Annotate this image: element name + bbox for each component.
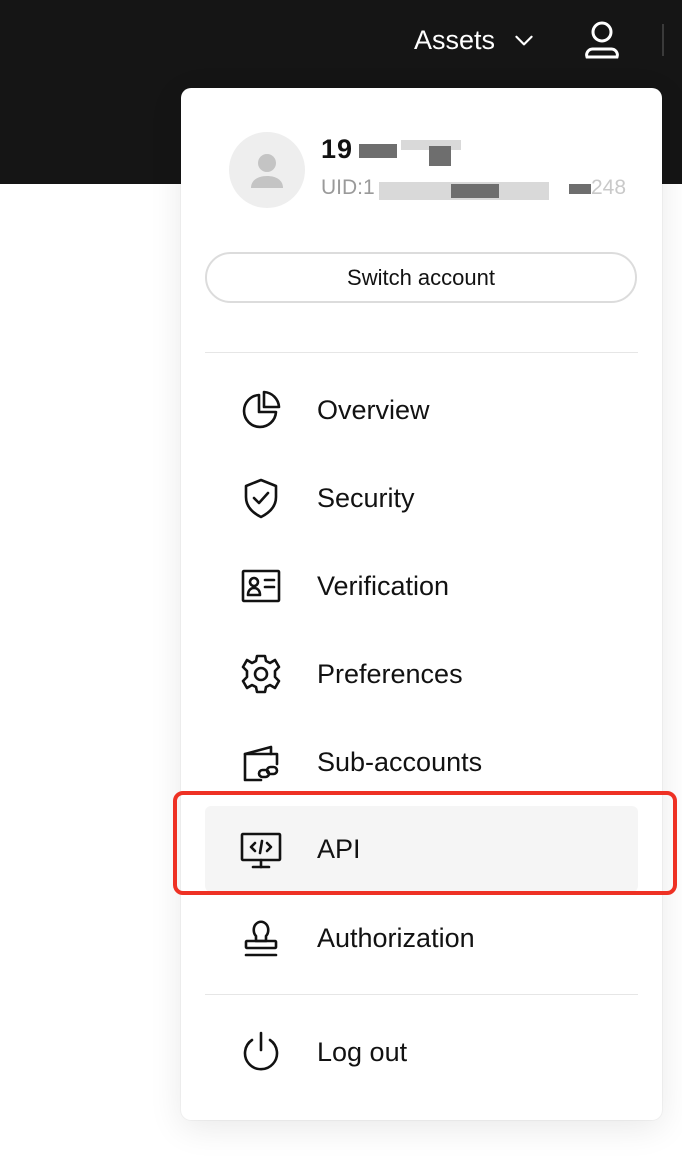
api-monitor-icon [239,827,283,871]
username-text: 19 [321,134,354,164]
menu-item-sub-accounts[interactable]: Sub-accounts [205,720,638,804]
menu-divider [205,994,638,995]
username-redaction [359,144,397,158]
menu-item-label: Verification [317,570,450,601]
stamp-icon [239,916,283,960]
pie-chart-icon [239,388,283,432]
uid-suffix: 248 [591,176,626,200]
switch-account-label: Switch account [347,264,495,290]
wallet-link-icon [239,740,283,784]
user-icon [585,21,619,59]
username: 19 [321,134,353,165]
topbar-divider [662,24,664,56]
gear-icon [239,652,283,696]
account-dropdown-menu: 19 UID:1 248 Switch account Overview Sec… [181,88,662,1120]
logout-label: Log out [317,1036,408,1067]
chevron-down-icon [515,35,533,46]
avatar [229,132,305,208]
avatar-person-icon [251,154,283,188]
menu-item-verification[interactable]: Verification [205,544,638,628]
menu-item-label: Sub-accounts [317,746,483,777]
menu-item-label: Overview [317,394,430,425]
menu-item-label: API [317,833,361,864]
switch-account-button[interactable]: Switch account [205,252,637,303]
id-card-icon [239,564,283,608]
menu-item-preferences[interactable]: Preferences [205,632,638,716]
uid-suffix-text: 248 [591,176,627,199]
menu-item-security[interactable]: Security [205,456,638,540]
uid-redaction [451,184,499,198]
menu-item-label: Preferences [317,658,463,689]
assets-label: Assets [414,24,496,55]
uid-prefix: UID:1 [321,176,375,199]
user-account-button[interactable] [580,18,624,62]
assets-dropdown[interactable]: Assets [414,20,537,60]
shield-check-icon [239,476,283,520]
logout-button[interactable]: Log out [205,1010,638,1094]
menu-item-overview[interactable]: Overview [205,368,638,452]
uid-text: UID:1 [321,176,375,200]
power-icon [239,1030,283,1074]
menu-item-authorization[interactable]: Authorization [205,896,638,980]
profile-section: 19 UID:1 248 [229,132,649,212]
menu-item-api[interactable]: API [205,806,638,892]
uid-redaction [569,184,591,194]
menu-item-label: Authorization [317,922,475,953]
username-redaction [429,146,451,166]
menu-divider [205,352,638,353]
menu-item-label: Security [317,482,415,513]
